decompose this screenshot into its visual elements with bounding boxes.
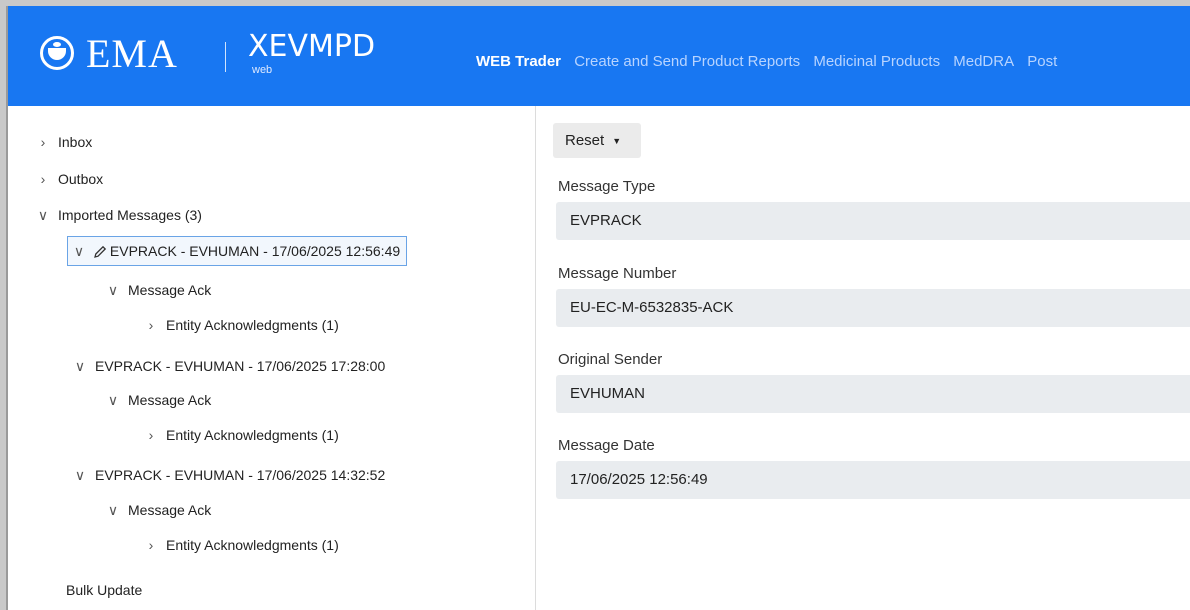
chevron-down-icon: ∨ <box>73 243 85 259</box>
tree-label: Entity Acknowledgments (1) <box>166 537 339 553</box>
tree-item-outbox[interactable]: › Outbox <box>36 167 103 191</box>
field-original-sender: EVHUMAN <box>556 375 1190 413</box>
chevron-down-icon: ∨ <box>74 358 86 374</box>
tree-item-message-3[interactable]: ∨ EVPRACK - EVHUMAN - 17/06/2025 14:32:52 <box>73 463 385 487</box>
tree-label: Inbox <box>58 134 93 150</box>
chevron-down-icon: ∨ <box>107 282 119 298</box>
nav-create-send-product-reports[interactable]: Create and Send Product Reports <box>574 53 800 70</box>
tree-item-message-1[interactable]: ∨ EVPRACK - EVHUMAN - 17/06/2025 12:56:4… <box>67 236 408 266</box>
tree-label: Message Ack <box>128 502 212 518</box>
chevron-down-icon: ∨ <box>107 392 119 408</box>
field-label-original-sender: Original Sender <box>558 351 663 368</box>
tree-item-entity-acknowledgments[interactable]: › Entity Acknowledgments (1) <box>144 423 339 447</box>
logo-divider <box>225 42 226 72</box>
chevron-right-icon: › <box>40 171 46 187</box>
app-window: EMA XEVMPD web WEB Trader Create and Sen… <box>6 6 1190 610</box>
nav-web-trader[interactable]: WEB Trader <box>476 53 561 70</box>
message-tree: › Inbox › Outbox ∨ Imported Messages (3) ∨ … <box>8 106 536 610</box>
chevron-right-icon: › <box>148 317 154 333</box>
chevron-down-icon: ∨ <box>74 467 86 483</box>
app-subtitle: web <box>252 64 273 76</box>
pencil-icon <box>93 246 107 259</box>
tree-item-bulk-update[interactable]: Bulk Update <box>66 578 142 602</box>
field-label-message-type: Message Type <box>558 178 656 195</box>
tree-label: Message Ack <box>128 392 212 408</box>
field-message-date: 17/06/2025 12:56:49 <box>556 461 1190 499</box>
tree-item-entity-acknowledgments[interactable]: › Entity Acknowledgments (1) <box>144 313 339 337</box>
chevron-right-icon: › <box>148 427 154 443</box>
tree-item-message-2[interactable]: ∨ EVPRACK - EVHUMAN - 17/06/2025 17:28:00 <box>73 354 385 378</box>
chevron-down-icon: ∨ <box>107 502 119 518</box>
field-label-message-date: Message Date <box>558 437 655 454</box>
field-label-message-number: Message Number <box>558 265 677 282</box>
nav-meddra[interactable]: MedDRA <box>953 53 1014 70</box>
chevron-down-icon: ∨ <box>37 207 49 223</box>
field-message-number: EU-EC-M-6532835-ACK <box>556 289 1190 327</box>
tree-item-message-ack[interactable]: ∨ Message Ack <box>106 278 211 302</box>
field-message-type: EVPRACK <box>556 202 1190 240</box>
chevron-right-icon: › <box>148 537 154 553</box>
top-nav: WEB Trader Create and Send Product Repor… <box>476 53 1066 70</box>
logo-text: EMA <box>86 31 178 76</box>
message-details: Reset ▼ Message Type EVPRACK Message Numb… <box>553 106 1190 610</box>
reset-label: Reset <box>565 132 605 149</box>
tree-item-message-ack[interactable]: ∨ Message Ack <box>106 498 211 522</box>
tree-item-inbox[interactable]: › Inbox <box>36 130 93 154</box>
nav-medicinal-products[interactable]: Medicinal Products <box>813 53 940 70</box>
nav-post[interactable]: Post <box>1027 53 1057 70</box>
caret-down-icon: ▼ <box>612 135 622 146</box>
tree-item-imported-messages[interactable]: ∨ Imported Messages (3) <box>36 203 202 227</box>
ema-logo-icon <box>40 36 74 70</box>
tree-label: Entity Acknowledgments (1) <box>166 427 339 443</box>
tree-item-entity-acknowledgments[interactable]: › Entity Acknowledgments (1) <box>144 533 339 557</box>
reset-button[interactable]: Reset ▼ <box>553 123 641 158</box>
tree-label: Imported Messages (3) <box>58 207 202 223</box>
header-bar: EMA XEVMPD web WEB Trader Create and Sen… <box>8 6 1190 106</box>
tree-label: Message Ack <box>128 282 212 298</box>
tree-item-message-ack[interactable]: ∨ Message Ack <box>106 388 211 412</box>
tree-label: EVPRACK - EVHUMAN - 17/06/2025 14:32:52 <box>95 467 386 483</box>
app-name: XEVMPD <box>248 29 376 64</box>
tree-label: Entity Acknowledgments (1) <box>166 317 339 333</box>
tree-label: Bulk Update <box>66 582 143 598</box>
tree-label: Outbox <box>58 171 104 187</box>
tree-label: EVPRACK - EVHUMAN - 17/06/2025 12:56:49 <box>109 243 401 259</box>
tree-label: EVPRACK - EVHUMAN - 17/06/2025 17:28:00 <box>95 358 386 374</box>
chevron-right-icon: › <box>40 134 46 150</box>
